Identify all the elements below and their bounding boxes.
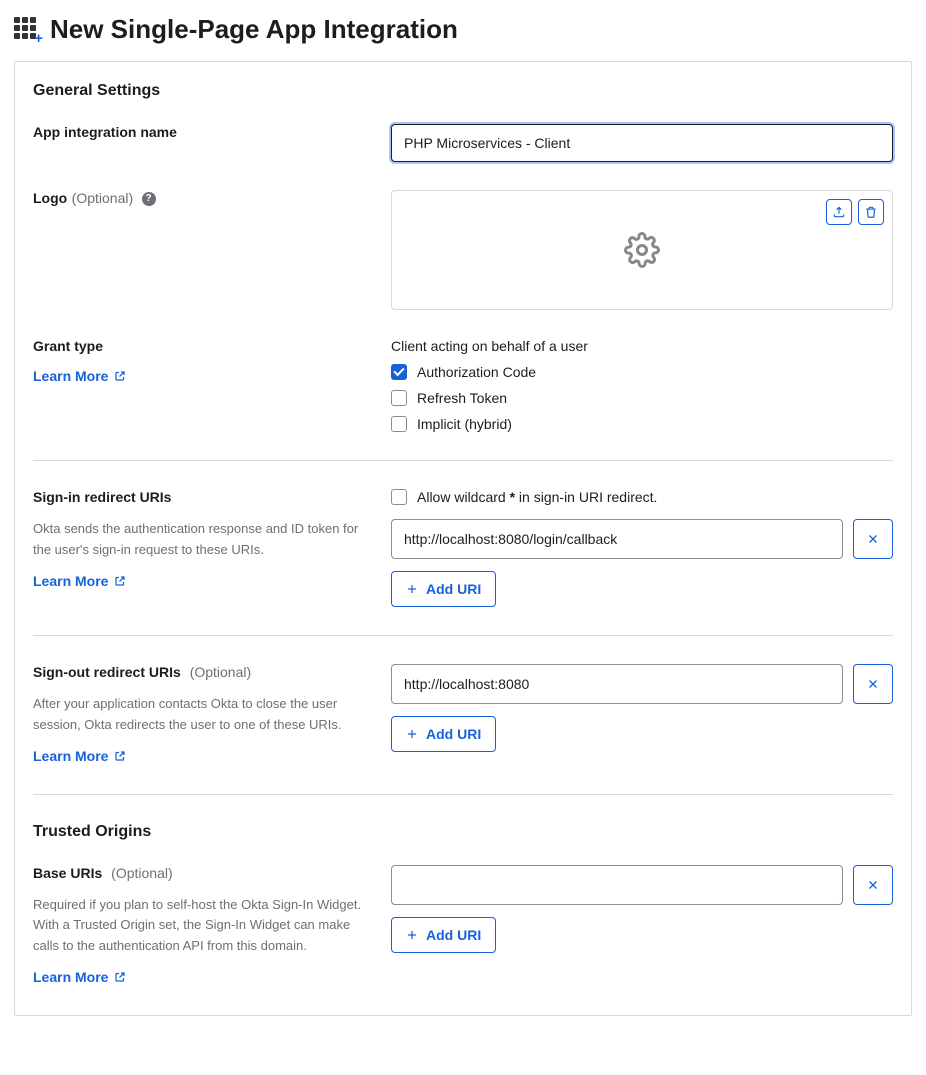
checkbox-icon [391,390,407,406]
gear-icon [624,232,660,268]
signin-redirect-section: Sign-in redirect URIs Okta sends the aut… [15,489,911,635]
general-settings-title: General Settings [33,82,893,100]
checkbox-icon [391,364,407,380]
checkbox-label: Authorization Code [417,364,536,380]
external-link-icon [114,971,126,983]
signin-uri-remove-button[interactable] [853,519,893,559]
wildcard-label: Allow wildcard * in sign-in URI redirect… [417,489,657,505]
app-integration-name-label: App integration name [33,124,177,140]
base-uri-remove-button[interactable] [853,865,893,905]
signout-uri-row [391,664,893,704]
logo-label: Logo [33,190,67,206]
learn-more-text: Learn More [33,573,108,589]
signout-redirect-help: After your application contacts Okta to … [33,694,371,736]
signout-redirect-label: Sign-out redirect URIs [33,664,181,680]
plus-icon [406,929,418,941]
close-icon [867,879,879,891]
grant-option-implicit[interactable]: Implicit (hybrid) [391,416,893,432]
signout-redirect-section: Sign-out redirect URIs (Optional) After … [15,664,911,794]
base-uris-optional: (Optional) [111,865,172,881]
signout-learn-more[interactable]: Learn More [33,748,126,764]
grant-option-refresh-token[interactable]: Refresh Token [391,390,893,406]
base-uris-learn-more[interactable]: Learn More [33,969,126,985]
signin-uri-input[interactable] [391,519,843,559]
upload-icon [832,205,846,219]
signout-redirect-row: Sign-out redirect URIs (Optional) After … [33,664,893,766]
base-uri-input[interactable] [391,865,843,905]
add-uri-text: Add URI [426,927,481,943]
divider [33,460,893,461]
learn-more-text: Learn More [33,748,108,764]
base-uris-row: Base URIs (Optional) Required if you pla… [33,865,893,987]
help-icon[interactable]: ? [142,192,156,206]
checkbox-label: Implicit (hybrid) [417,416,512,432]
close-icon [867,533,879,545]
signin-redirect-row: Sign-in redirect URIs Okta sends the aut… [33,489,893,607]
app-integration-name-input[interactable] [391,124,893,162]
signin-wildcard-checkbox[interactable]: Allow wildcard * in sign-in URI redirect… [391,489,893,505]
grant-heading: Client acting on behalf of a user [391,338,893,354]
learn-more-text: Learn More [33,969,108,985]
signout-optional: (Optional) [190,664,251,680]
base-uris-label: Base URIs [33,865,102,881]
signout-uri-input[interactable] [391,664,843,704]
logo-delete-button[interactable] [858,199,884,225]
learn-more-text: Learn More [33,368,108,384]
logo-dropzone[interactable] [391,190,893,310]
settings-panel: General Settings App integration name Lo… [14,61,912,1016]
trash-icon [864,205,878,219]
divider [33,635,893,636]
base-uris-help: Required if you plan to self-host the Ok… [33,895,371,957]
signout-add-uri-button[interactable]: Add URI [391,716,496,752]
external-link-icon [114,370,126,382]
page-header: + New Single-Page App Integration [14,14,912,45]
checkbox-icon [391,489,407,505]
add-uri-text: Add URI [426,726,481,742]
page-title: New Single-Page App Integration [50,14,458,45]
divider [33,794,893,795]
general-settings-section: General Settings App integration name Lo… [15,82,911,460]
signin-redirect-help: Okta sends the authentication response a… [33,519,371,561]
grant-type-label: Grant type [33,338,103,354]
app-grid-icon: + [14,17,40,43]
logo-row: Logo (Optional) ? [33,190,893,310]
close-icon [867,678,879,690]
trusted-origins-section: Trusted Origins Base URIs (Optional) Req… [15,823,911,1015]
base-add-uri-button[interactable]: Add URI [391,917,496,953]
grant-type-learn-more[interactable]: Learn More [33,368,126,384]
signin-redirect-label: Sign-in redirect URIs [33,489,171,505]
add-uri-text: Add URI [426,581,481,597]
checkbox-icon [391,416,407,432]
logo-optional: (Optional) [72,190,133,206]
grant-option-authorization-code[interactable]: Authorization Code [391,364,893,380]
external-link-icon [114,750,126,762]
base-uri-row [391,865,893,905]
checkbox-label: Refresh Token [417,390,507,406]
app-integration-name-row: App integration name [33,124,893,162]
plus-icon [406,583,418,595]
plus-icon [406,728,418,740]
trusted-origins-title: Trusted Origins [33,823,893,841]
grant-type-row: Grant type Learn More Client acting on b… [33,338,893,432]
signin-learn-more[interactable]: Learn More [33,573,126,589]
signin-uri-row [391,519,893,559]
external-link-icon [114,575,126,587]
signin-add-uri-button[interactable]: Add URI [391,571,496,607]
signout-uri-remove-button[interactable] [853,664,893,704]
logo-upload-button[interactable] [826,199,852,225]
